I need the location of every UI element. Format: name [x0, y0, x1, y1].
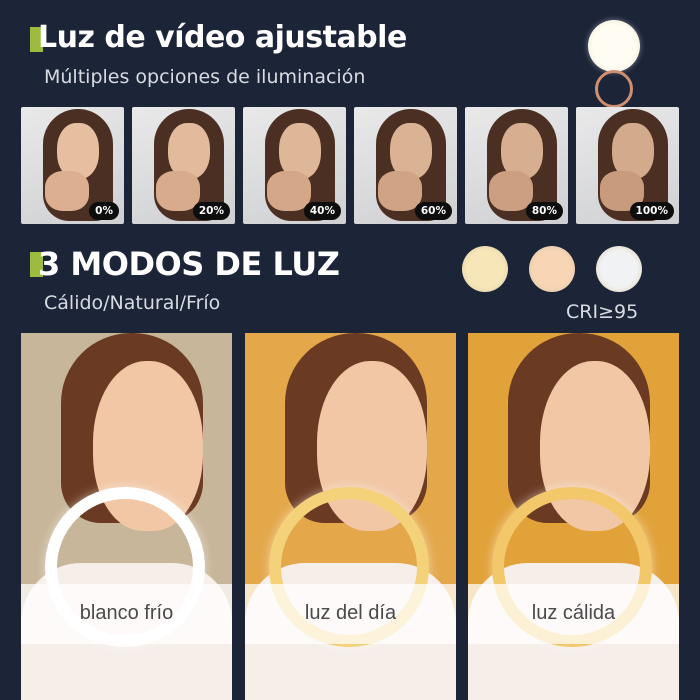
hand-shape	[489, 171, 533, 211]
mode-label-band: blanco frío	[21, 584, 232, 644]
mode-label-band: luz del día	[245, 584, 456, 644]
natural-swatch	[529, 246, 575, 292]
light-mode-panel: blanco frío	[21, 333, 232, 700]
brightness-badge: 20%	[192, 202, 230, 220]
hand-shape	[156, 171, 200, 211]
brightness-thumbnail: 100%	[576, 107, 679, 224]
brightness-badge: 0%	[89, 202, 119, 220]
section1-title: Luz de vídeo ajustable	[38, 20, 407, 55]
light-mode-panel: luz cálida	[468, 333, 679, 700]
brightness-badge: 40%	[303, 202, 341, 220]
light-mode-panel: luz del día	[245, 333, 456, 700]
brightness-badge: 80%	[525, 202, 563, 220]
mode-label: luz cálida	[531, 602, 616, 624]
cri-label: CRI≥95	[566, 301, 639, 323]
mode-label-band: luz cálida	[468, 584, 679, 644]
mode-label: blanco frío	[79, 602, 174, 624]
brightness-badge: 100%	[629, 202, 674, 220]
section2-subtitle: Cálido/Natural/Frío	[44, 292, 221, 314]
brightness-thumbnail: 60%	[354, 107, 457, 224]
brightness-thumbnail: 40%	[243, 107, 346, 224]
cold-swatch	[596, 246, 642, 292]
mode-label: luz del día	[304, 602, 397, 624]
brightness-thumbnail: 20%	[132, 107, 235, 224]
hand-shape	[45, 171, 89, 211]
hand-shape	[267, 171, 311, 211]
section2-title: 3 MODOS DE LUZ	[38, 245, 340, 283]
brightness-thumbnail: 80%	[465, 107, 568, 224]
hand-shape	[378, 171, 422, 211]
ring-light-icon	[588, 20, 640, 72]
brightness-thumbnail: 0%	[21, 107, 124, 224]
section1-subtitle: Múltiples opciones de iluminación	[44, 66, 366, 88]
warm-swatch	[462, 246, 508, 292]
ring-light-clip-icon	[595, 70, 633, 108]
brightness-badge: 60%	[414, 202, 452, 220]
